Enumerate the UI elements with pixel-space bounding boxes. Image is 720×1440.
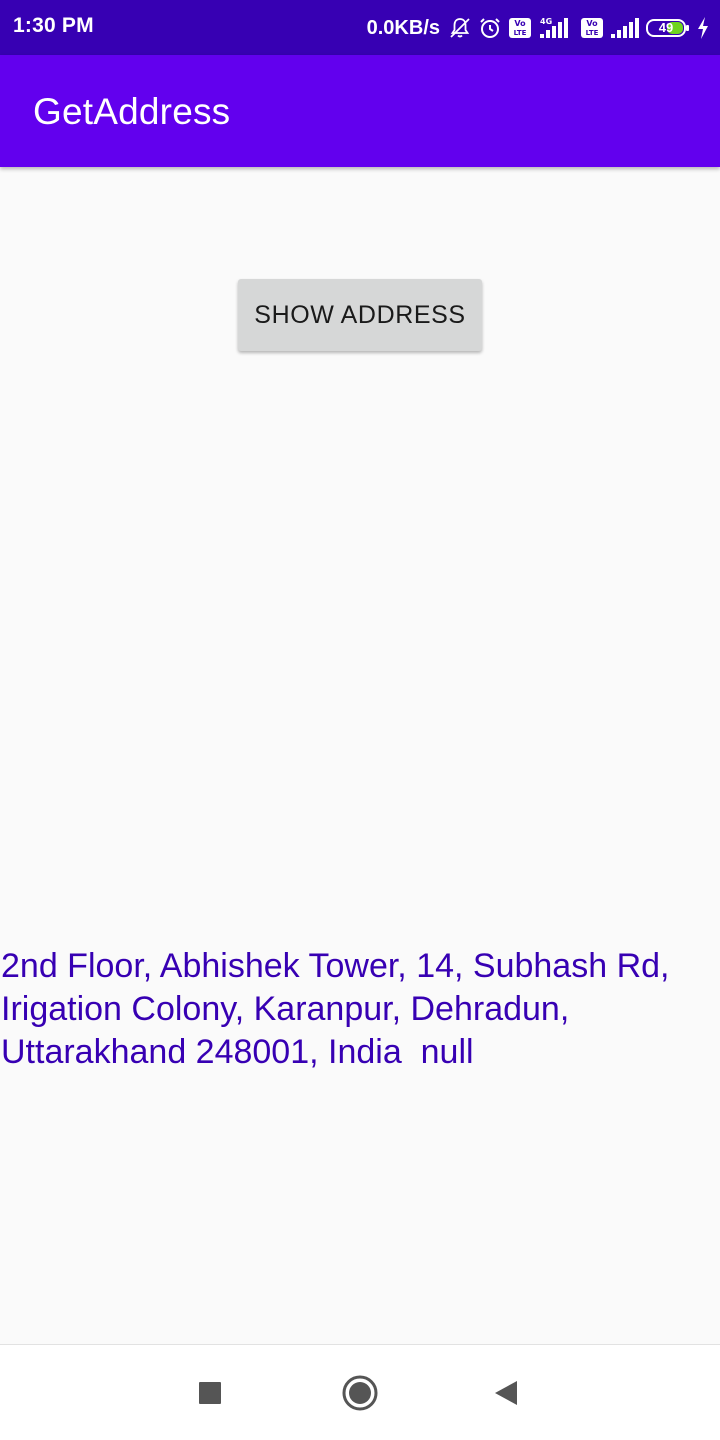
status-bar: 1:30 PM 0.0KB/s Vo LTE 4G Vo LTE 49 bbox=[0, 0, 720, 55]
svg-text:Vo: Vo bbox=[514, 19, 526, 28]
home-circle-icon[interactable] bbox=[340, 1373, 380, 1413]
svg-text:Vo: Vo bbox=[586, 19, 598, 28]
volte-icon: Vo LTE bbox=[580, 17, 604, 39]
svg-text:4G: 4G bbox=[540, 17, 552, 26]
app-title: GetAddress bbox=[33, 91, 231, 132]
show-address-button[interactable]: SHOW ADDRESS bbox=[238, 279, 482, 351]
network-speed: 0.0KB/s bbox=[366, 16, 440, 39]
signal-icon bbox=[610, 16, 640, 40]
address-text: 2nd Floor, Abhishek Tower, 14, Subhash R… bbox=[1, 947, 679, 1071]
notifications-off-icon bbox=[448, 16, 472, 40]
status-icons: 0.0KB/s Vo LTE 4G Vo LTE 49 bbox=[367, 12, 710, 44]
battery-icon: 49 bbox=[646, 19, 690, 37]
svg-text:LTE: LTE bbox=[586, 29, 599, 37]
navigation-bar bbox=[0, 1344, 720, 1440]
recents-square-icon[interactable] bbox=[190, 1373, 230, 1413]
app-bar: GetAddress bbox=[0, 55, 720, 167]
signal-4g-icon: 4G bbox=[538, 16, 574, 40]
charging-icon bbox=[696, 16, 710, 40]
back-triangle-icon[interactable] bbox=[486, 1373, 526, 1413]
battery-level: 49 bbox=[658, 20, 674, 35]
alarm-icon bbox=[478, 16, 502, 40]
app-screen: 1:30 PM 0.0KB/s Vo LTE 4G Vo LTE 49 GetA… bbox=[0, 0, 720, 1440]
status-time: 1:30 PM bbox=[13, 14, 94, 37]
volte-icon: Vo LTE bbox=[508, 17, 532, 39]
svg-text:LTE: LTE bbox=[514, 29, 527, 37]
